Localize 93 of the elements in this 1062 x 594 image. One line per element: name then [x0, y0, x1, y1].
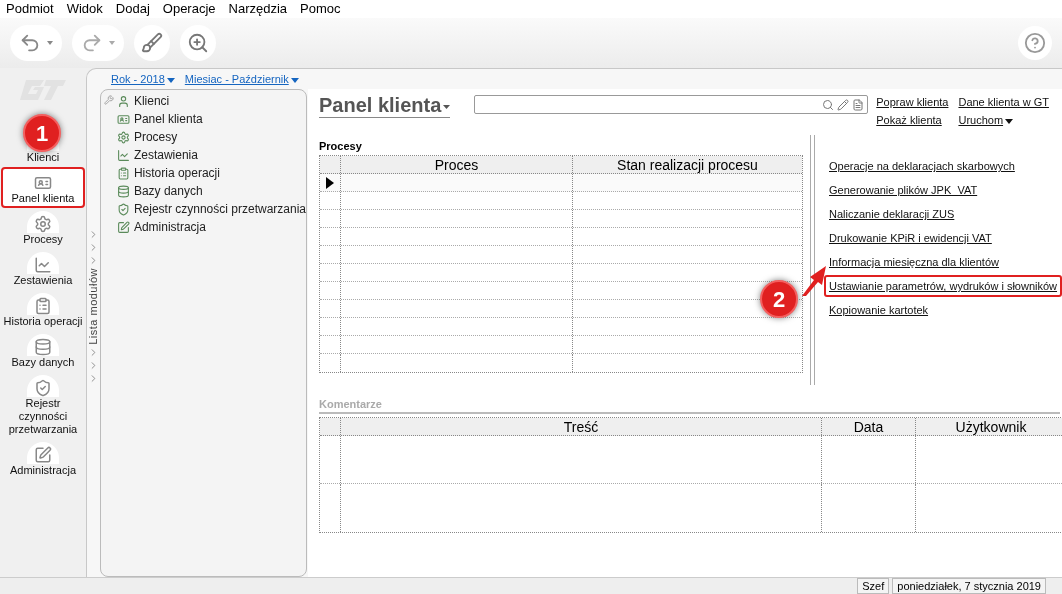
- module-item[interactable]: Administracja: [116, 218, 306, 236]
- nav-item[interactable]: Panel klienta: [1, 167, 85, 208]
- column-header[interactable]: Proces: [341, 156, 573, 173]
- nav-item[interactable]: Procesy: [1, 208, 85, 249]
- module-item[interactable]: Bazy danych: [116, 182, 306, 200]
- grid-row[interactable]: [320, 318, 802, 336]
- back-arrow-icon: [19, 32, 41, 54]
- clipboard-icon: [116, 166, 130, 180]
- nav-item[interactable]: Administracja: [1, 439, 85, 480]
- header-link[interactable]: Pokaż klienta: [876, 111, 949, 129]
- id-card-icon: [34, 174, 52, 192]
- side-strip[interactable]: Lista modułów: [87, 89, 100, 577]
- panel-title[interactable]: Panel klienta: [319, 93, 451, 118]
- annotation-arrow: [802, 266, 826, 296]
- strip-label: Lista modułów: [86, 268, 101, 345]
- menu-item[interactable]: Pomoc: [300, 0, 341, 18]
- section-title: Procesy: [319, 139, 363, 153]
- forward-arrow-icon: [81, 32, 103, 54]
- row-pointer-icon: [326, 176, 334, 189]
- shield-icon: [116, 202, 130, 216]
- menu-item[interactable]: Dodaj: [115, 0, 150, 18]
- chart-icon: [34, 256, 52, 274]
- column-header[interactable]: Treść: [341, 418, 822, 435]
- module-item[interactable]: Procesy: [116, 128, 306, 146]
- grid-row[interactable]: [320, 210, 802, 228]
- grid-row[interactable]: [320, 336, 802, 354]
- search-icon: [822, 98, 835, 111]
- action-link[interactable]: Naliczanie deklaracji ZUS: [824, 203, 1062, 225]
- caret-icon: [290, 77, 299, 83]
- clipboard-icon: [34, 297, 52, 315]
- module-item[interactable]: Rejestr czynności przetwarzania: [116, 200, 306, 218]
- help-button[interactable]: [1018, 26, 1052, 60]
- action-link[interactable]: Kopiowanie kartotek: [824, 299, 1062, 321]
- database-icon: [116, 184, 130, 198]
- document-icon: [852, 98, 865, 111]
- action-link[interactable]: Generowanie plików JPK_VAT: [824, 179, 1062, 201]
- action-link[interactable]: Operacje na deklaracjach skarbowych: [824, 155, 1062, 177]
- chart-icon: [116, 148, 130, 162]
- module-item[interactable]: Historia operacji: [116, 164, 306, 182]
- period-dropdown[interactable]: Miesiac - Październik: [184, 69, 299, 89]
- action-link[interactable]: Drukowanie KPiR i ewidencji VAT: [824, 227, 1062, 249]
- header-link[interactable]: Popraw klienta: [876, 93, 949, 111]
- nav-item[interactable]: Zestawienia: [1, 249, 85, 290]
- menu-item[interactable]: Narzędzia: [228, 0, 288, 18]
- edit-icon: [34, 446, 52, 464]
- wrench-icon: [103, 95, 114, 105]
- module-item[interactable]: Panel klienta: [116, 110, 306, 128]
- grid-row[interactable]: [320, 246, 802, 264]
- help-icon: [1024, 32, 1046, 54]
- caret-icon: [443, 104, 451, 109]
- nav-item[interactable]: Historia operacji: [1, 290, 85, 331]
- nav-item[interactable]: Rejestr czynności przetwarzania: [1, 372, 85, 439]
- menu-item[interactable]: Operacje: [162, 0, 216, 18]
- section-title: Komentarze: [319, 397, 1061, 414]
- module-item[interactable]: Zestawienia: [116, 146, 306, 164]
- period-dropdown[interactable]: Rok - 2018: [111, 69, 175, 89]
- header-link[interactable]: Dane klienta w GT: [958, 93, 1049, 111]
- brush-button[interactable]: [134, 25, 170, 61]
- nav-item[interactable]: Bazy danych: [1, 331, 85, 372]
- caret-icon: [47, 41, 53, 45]
- action-link[interactable]: Ustawianie parametrów, wydruków i słowników: [824, 275, 1062, 297]
- gear-icon: [116, 130, 130, 144]
- column-header[interactable]: Data: [822, 418, 916, 435]
- step-tooltip: 1: [23, 114, 61, 152]
- zoom-button[interactable]: [180, 25, 216, 61]
- action-link[interactable]: Informacja miesięczna dla klientów: [824, 251, 1062, 273]
- id-card-icon: [116, 112, 130, 126]
- status-field: poniedziałek, 7 stycznia 2019: [892, 578, 1046, 594]
- caret-icon: [1005, 118, 1014, 124]
- edit-icon: [116, 220, 130, 234]
- database-icon: [34, 338, 52, 356]
- grid-row[interactable]: [320, 228, 802, 246]
- grid-row[interactable]: [320, 174, 802, 192]
- user-icon: [116, 94, 130, 108]
- back-button[interactable]: [10, 25, 62, 61]
- grid-row[interactable]: [320, 192, 802, 210]
- pencil-icon: [837, 98, 850, 111]
- header-link[interactable]: Uruchom: [958, 111, 1049, 129]
- caret-icon: [166, 77, 175, 83]
- status-field: Szef: [857, 578, 890, 594]
- module-item[interactable]: Klienci: [116, 92, 306, 110]
- brush-icon: [141, 32, 163, 54]
- column-header[interactable]: Stan realizacji procesu: [573, 156, 802, 173]
- gear-icon: [34, 215, 52, 233]
- shield-icon: [34, 379, 52, 397]
- search-field[interactable]: [474, 95, 869, 114]
- menu-item[interactable]: Podmiot: [6, 0, 54, 18]
- menu-item[interactable]: Widok: [66, 0, 103, 18]
- zoom-icon: [187, 32, 209, 54]
- column-header[interactable]: Użytkownik: [916, 418, 1062, 435]
- grid-row[interactable]: [320, 264, 802, 282]
- caret-icon: [109, 41, 115, 45]
- forward-button[interactable]: [72, 25, 124, 61]
